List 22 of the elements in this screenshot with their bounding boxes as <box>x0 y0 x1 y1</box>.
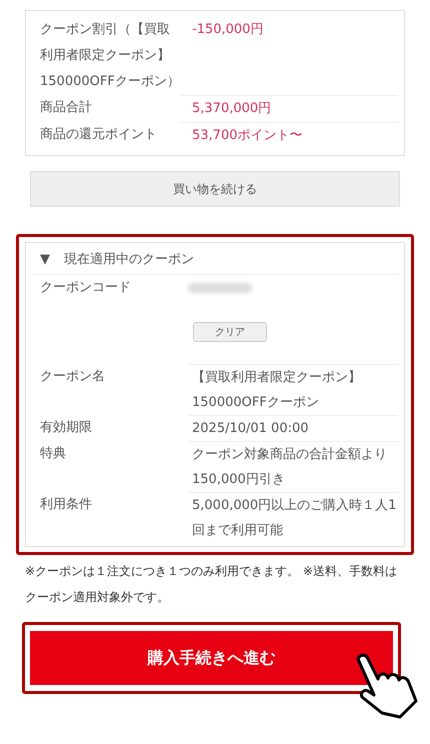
summary-label: 商品の還元ポイント <box>40 126 158 144</box>
clear-button[interactable]: クリア <box>193 322 267 342</box>
coupon-label: 有効期限 <box>40 419 93 437</box>
collapse-toggle[interactable]: ▼ <box>40 246 50 274</box>
coupon-value: 5,000,000円以上のご購入時１人1回まで利用可能 <box>188 492 398 543</box>
summary-value: 53,700ポイント〜 <box>180 122 398 149</box>
summary-label: クーポン割引（【買取利用者限定クーポン】150000OFFクーポン） <box>40 21 180 91</box>
summary-value: -150,000円 <box>191 21 264 39</box>
coupon-label: 利用条件 <box>40 496 93 514</box>
redacted-code <box>188 283 252 293</box>
continue-shopping-button[interactable]: 買い物を続ける <box>30 171 400 207</box>
purchase-button[interactable]: 購入手続きへ進む <box>30 631 393 685</box>
summary-label: 商品合計 <box>40 99 93 117</box>
coupon-code-label: クーポンコード <box>40 279 132 297</box>
summary-value: 5,370,000円 <box>180 95 398 122</box>
coupon-label: 特典 <box>40 445 67 463</box>
coupon-value: 【買取利用者限定クーポン】150000OFFクーポン <box>188 364 398 415</box>
coupon-note: ※クーポンは１注文につき１つのみ利用できます。 ※送料、手数料はクーポン適用対象外です。 <box>25 563 398 606</box>
coupon-label: クーポン名 <box>40 368 106 386</box>
coupon-value: 2025/10/01 00:00 <box>188 415 398 441</box>
coupon-section-title: 現在適用中のクーポン <box>64 251 194 269</box>
coupon-value: クーポン対象商品の合計金額より150,000円引き <box>188 441 398 492</box>
